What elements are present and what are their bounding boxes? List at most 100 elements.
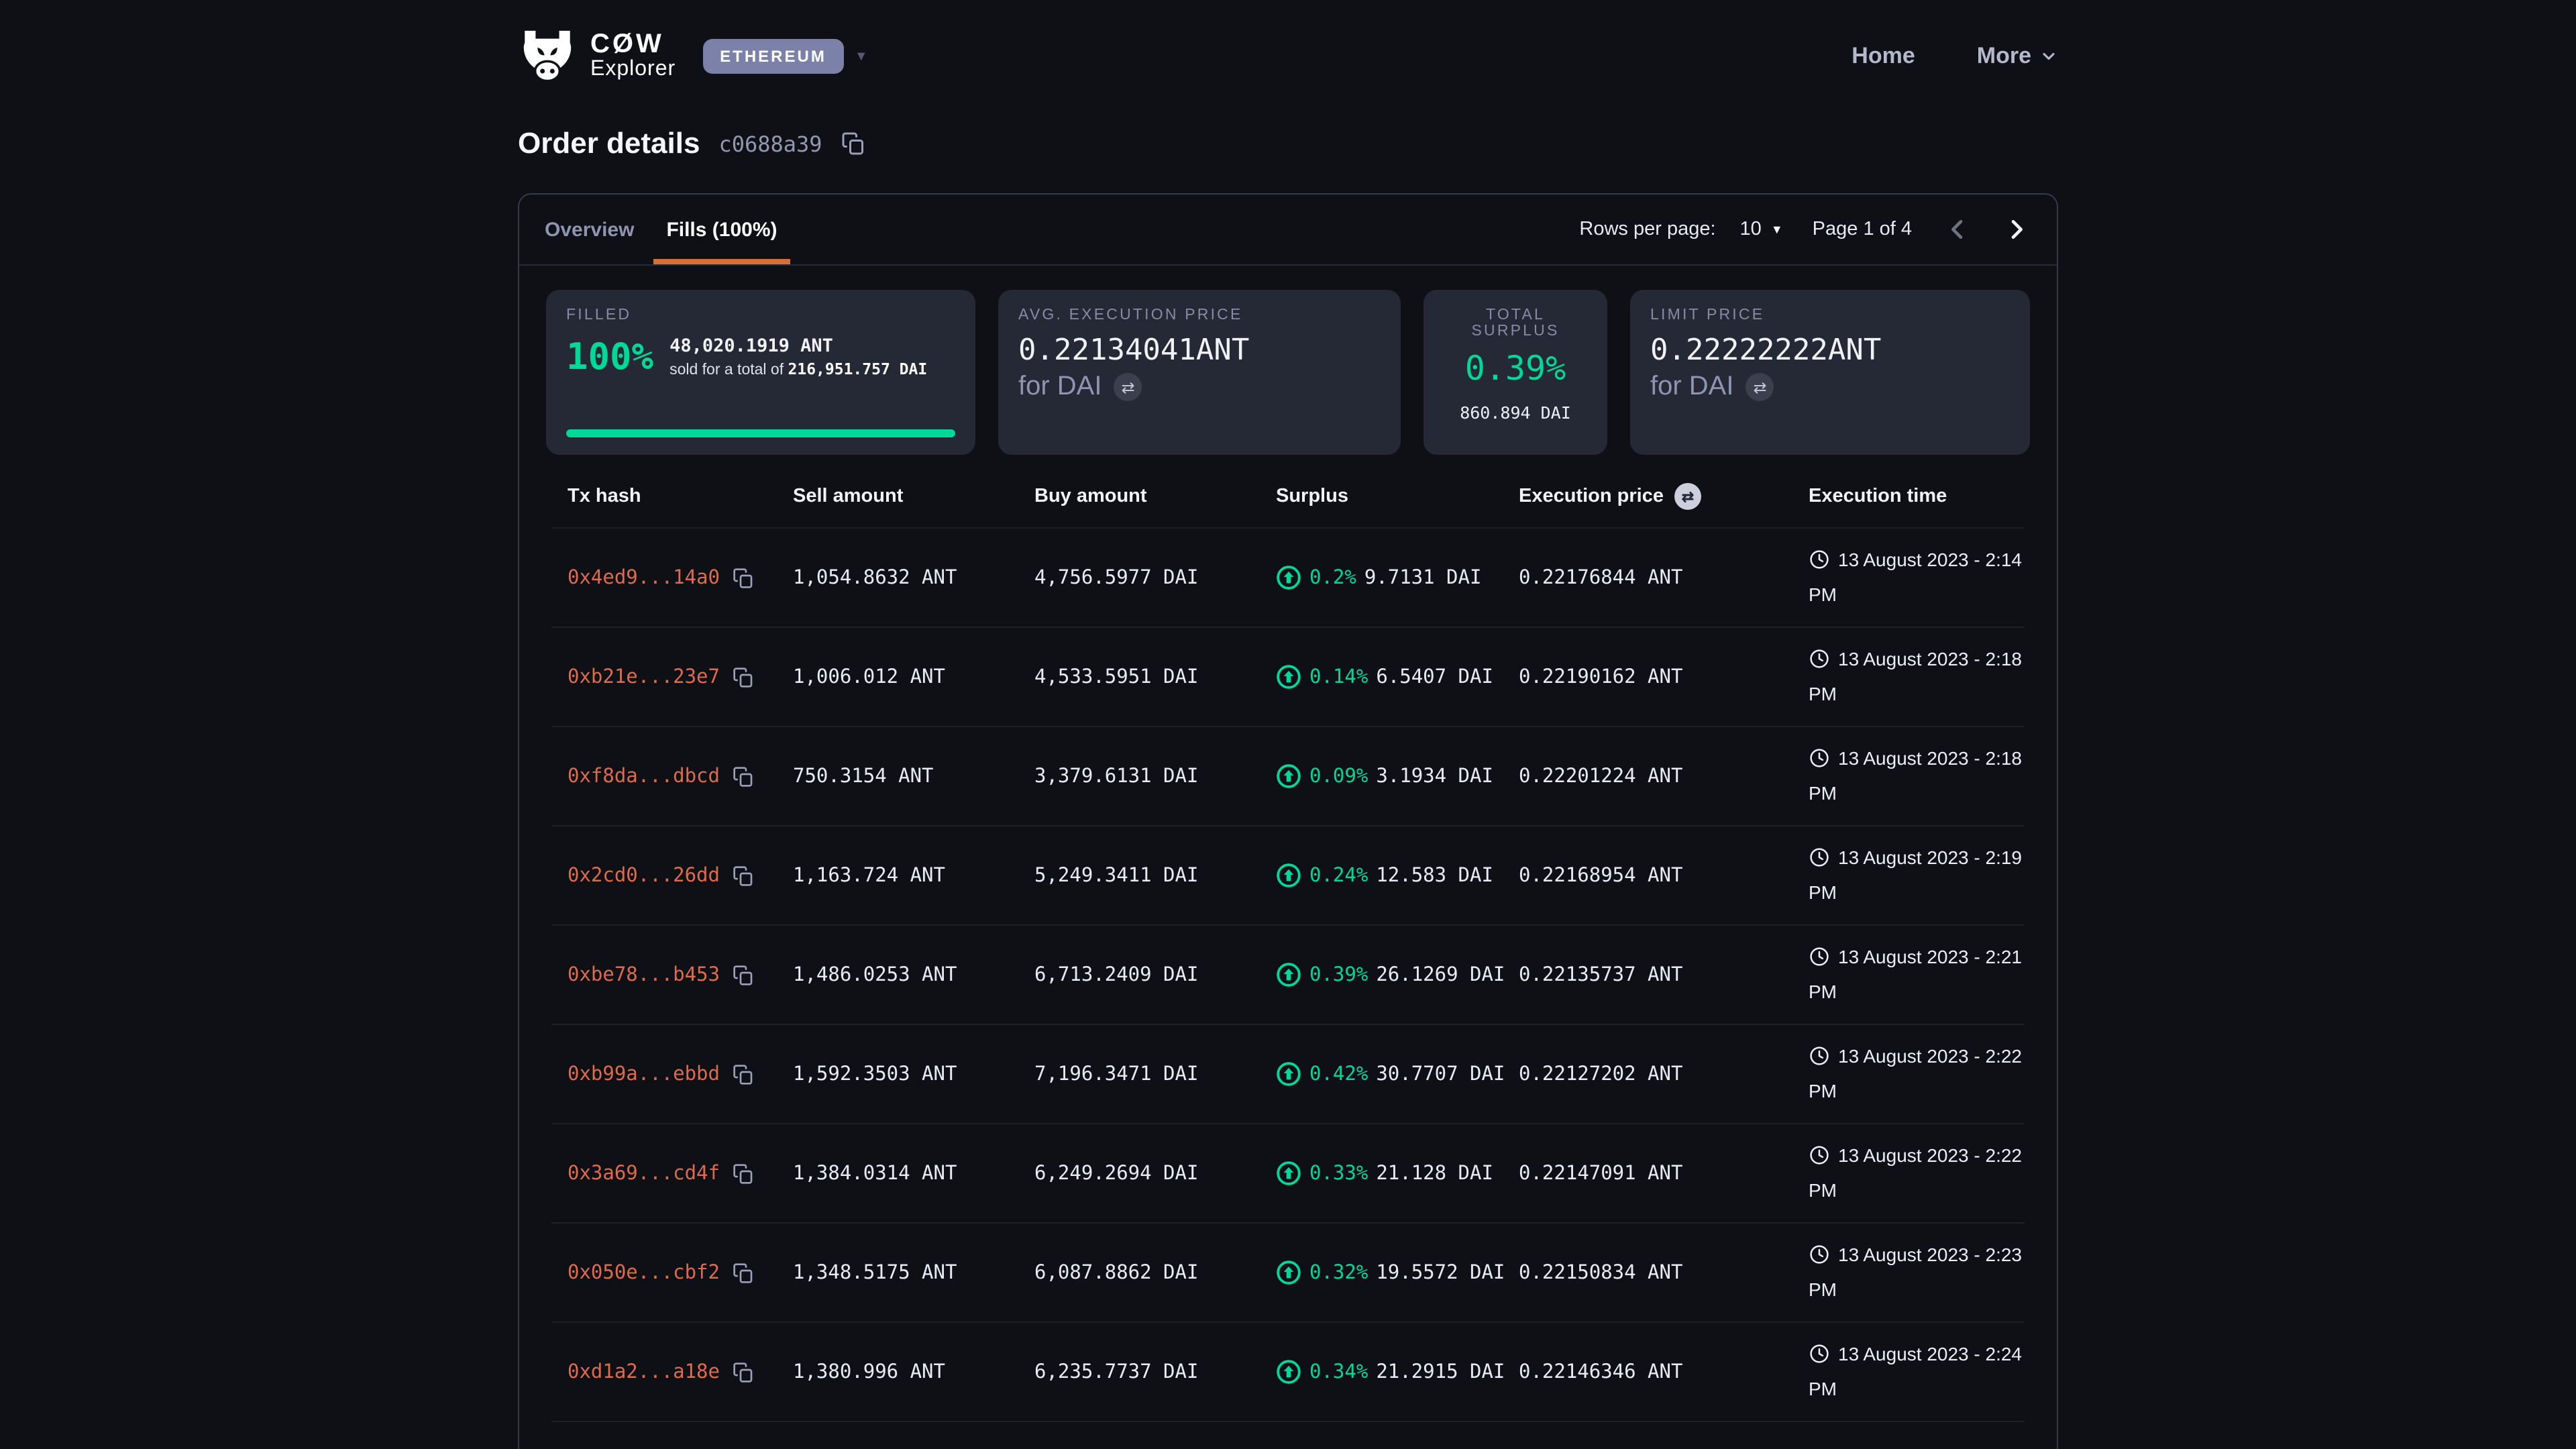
next-page-button[interactable] xyxy=(2003,216,2030,243)
tx-hash-link[interactable]: 0xb99a...ebbd xyxy=(568,1063,720,1085)
execution-price: 0.22176844 ANT xyxy=(1519,567,1809,588)
tx-hash-link[interactable]: 0x3a69...cd4f xyxy=(568,1163,720,1184)
sell-amount: 1,384.0314 ANT xyxy=(793,1163,1034,1184)
surplus-amount: 6.5407 DAI xyxy=(1376,666,1493,688)
sell-amount: 1,348.5175 ANT xyxy=(793,1262,1034,1283)
table-row: 0x4ed9...14a0 1,054.8632 ANT 4,756.5977 … xyxy=(551,527,2025,627)
table-body: 0x4ed9...14a0 1,054.8632 ANT 4,756.5977 … xyxy=(551,527,2025,1421)
tx-hash-link[interactable]: 0xd1a2...a18e xyxy=(568,1361,720,1383)
surplus-amount: 19.5572 DAI xyxy=(1376,1262,1505,1283)
sell-amount: 1,163.724 ANT xyxy=(793,865,1034,886)
order-id: c0688a39 xyxy=(718,131,822,156)
table-row: 0x3a69...cd4f 1,384.0314 ANT 6,249.2694 … xyxy=(551,1123,2025,1222)
surplus-amount: 12.583 DAI xyxy=(1376,865,1493,886)
execution-price: 0.22190162 ANT xyxy=(1519,666,1809,688)
swap-icon[interactable]: ⇄ xyxy=(1674,483,1701,510)
copy-order-id-button[interactable] xyxy=(841,131,865,156)
execution-price: 0.22135737 ANT xyxy=(1519,964,1809,985)
avg-price-label: AVG. EXECUTION PRICE xyxy=(1018,307,1381,323)
clock-icon xyxy=(1809,1344,1830,1365)
execution-price: 0.22127202 ANT xyxy=(1519,1063,1809,1085)
fill-progress-bar xyxy=(566,429,955,437)
limit-price-label: LIMIT PRICE xyxy=(1650,307,2010,323)
clock-icon xyxy=(1809,947,1830,968)
cow-explorer-logo[interactable]: CØW Explorer xyxy=(518,30,676,83)
filled-amount: 48,020.1919 ANT xyxy=(669,335,951,357)
tx-hash-link[interactable]: 0x2cd0...26dd xyxy=(568,865,720,886)
copy-icon[interactable] xyxy=(732,765,753,787)
previous-page-button[interactable] xyxy=(1944,216,1971,243)
rows-per-page-value: 10 xyxy=(1740,219,1762,240)
tx-hash-link[interactable]: 0x4ed9...14a0 xyxy=(568,567,720,588)
rows-per-page-select[interactable]: 10 ▼ xyxy=(1740,219,1783,240)
top-navigation-bar: CØW Explorer ETHEREUM ▼ Home More xyxy=(518,0,2058,91)
clock-icon xyxy=(1809,748,1830,769)
buy-amount: 6,087.8862 DAI xyxy=(1034,1262,1276,1283)
copy-icon[interactable] xyxy=(732,964,753,985)
tab-fills[interactable]: Fills (100%) xyxy=(653,195,790,264)
clock-icon xyxy=(1809,1046,1830,1067)
nav-more[interactable]: More xyxy=(1977,43,2058,70)
main-nav: Home More xyxy=(1851,43,2058,70)
tx-hash-link[interactable]: 0xbe78...b453 xyxy=(568,964,720,985)
pagination-controls: Rows per page: 10 ▼ Page 1 of 4 xyxy=(1579,195,2030,264)
order-panel: Overview Fills (100%) Rows per page: 10 … xyxy=(518,193,2058,1449)
buy-amount: 6,249.2694 DAI xyxy=(1034,1163,1276,1184)
col-execution-time: Execution time xyxy=(1809,486,2025,507)
col-buy-amount: Buy amount xyxy=(1034,486,1276,507)
surplus-cell: 0.09% 3.1934 DAI xyxy=(1276,763,1519,789)
table-row: 0x050e...cbf2 1,348.5175 ANT 6,087.8862 … xyxy=(551,1222,2025,1322)
copy-icon[interactable] xyxy=(732,666,753,688)
surplus-cell: 0.39% 26.1269 DAI xyxy=(1276,962,1519,987)
copy-icon[interactable] xyxy=(732,567,753,588)
col-sell-amount: Sell amount xyxy=(793,486,1034,507)
swap-icon[interactable]: ⇄ xyxy=(1114,373,1142,401)
cow-explorer-app: CØW Explorer ETHEREUM ▼ Home More xyxy=(0,0,2576,1449)
execution-time: 13 August 2023 - 2:23 PM xyxy=(1809,1239,2025,1307)
surplus-up-icon xyxy=(1276,1061,1301,1087)
surplus-cell: 0.34% 21.2915 DAI xyxy=(1276,1359,1519,1385)
col-execution-price: Execution price ⇄ xyxy=(1519,483,1809,510)
page-status: Page 1 of 4 xyxy=(1813,219,1912,240)
execution-time: 13 August 2023 - 2:14 PM xyxy=(1809,544,2025,612)
surplus-percent: 0.14% xyxy=(1309,666,1368,688)
logo-subtitle: Explorer xyxy=(590,59,676,82)
tab-overview[interactable]: Overview xyxy=(531,195,647,264)
nav-home[interactable]: Home xyxy=(1851,43,1915,70)
network-selector[interactable]: ETHEREUM ▼ xyxy=(702,39,868,74)
tx-hash-link[interactable]: 0xb21e...23e7 xyxy=(568,666,720,688)
total-surplus-label: TOTAL SURPLUS xyxy=(1444,307,1587,339)
filled-card: FILLED 100% 48,020.1919 ANT sold for a t… xyxy=(546,290,975,455)
surplus-up-icon xyxy=(1276,664,1301,690)
surplus-cell: 0.32% 19.5572 DAI xyxy=(1276,1260,1519,1285)
swap-icon[interactable]: ⇄ xyxy=(1746,373,1774,401)
tx-hash-link[interactable]: 0xf8da...dbcd xyxy=(568,765,720,787)
execution-time: 13 August 2023 - 2:18 PM xyxy=(1809,743,2025,810)
execution-price: 0.22146346 ANT xyxy=(1519,1361,1809,1383)
surplus-percent: 0.33% xyxy=(1309,1163,1368,1184)
copy-icon[interactable] xyxy=(732,1361,753,1383)
order-details-header: Order details c0688a39 xyxy=(518,123,2058,164)
copy-icon[interactable] xyxy=(732,1262,753,1283)
limit-price-quote: for DAI xyxy=(1650,372,1734,402)
execution-price: 0.22168954 ANT xyxy=(1519,865,1809,886)
chevron-down-icon xyxy=(2039,47,2058,66)
filled-sold-total: sold for a total of 216,951.757 DAI xyxy=(669,360,951,378)
surplus-percent: 0.32% xyxy=(1309,1262,1368,1283)
copy-icon[interactable] xyxy=(732,865,753,886)
summary-cards: FILLED 100% 48,020.1919 ANT sold for a t… xyxy=(546,290,2030,455)
surplus-cell: 0.2% 9.7131 DAI xyxy=(1276,565,1519,590)
network-badge: ETHEREUM xyxy=(702,39,844,74)
total-surplus-card: TOTAL SURPLUS 0.39% 860.894 DAI xyxy=(1424,290,1607,455)
caret-down-icon: ▼ xyxy=(1771,223,1783,236)
surplus-percent: 0.24% xyxy=(1309,865,1368,886)
surplus-amount: 30.7707 DAI xyxy=(1376,1063,1505,1085)
surplus-percent: 0.34% xyxy=(1309,1361,1368,1383)
copy-icon[interactable] xyxy=(732,1163,753,1184)
surplus-cell: 0.33% 21.128 DAI xyxy=(1276,1161,1519,1186)
tx-hash-link[interactable]: 0x050e...cbf2 xyxy=(568,1262,720,1283)
chevron-right-icon xyxy=(2003,216,2030,243)
clock-icon xyxy=(1809,1244,1830,1266)
copy-icon[interactable] xyxy=(732,1063,753,1085)
limit-price-value: 0.22222222ANT xyxy=(1650,334,2010,368)
